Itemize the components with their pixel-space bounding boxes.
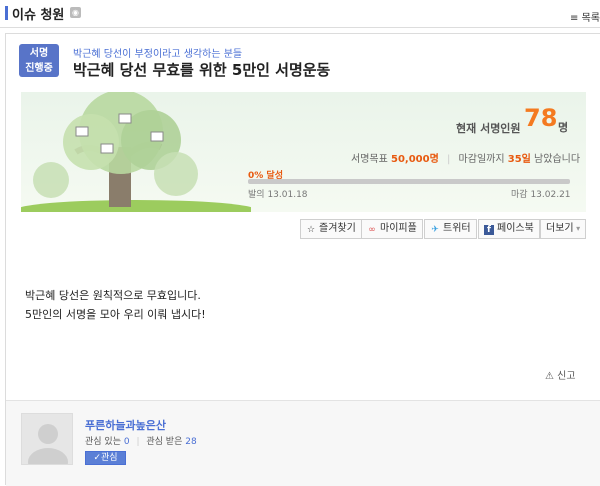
default-avatar-icon bbox=[28, 424, 68, 464]
current-count: 78 bbox=[524, 104, 558, 132]
goal-value: 50,000명 bbox=[391, 154, 439, 165]
facebook-icon: f bbox=[484, 225, 494, 235]
body-line: 5만인의 서명을 모아 우리 이뤄 냅시다! bbox=[25, 308, 206, 321]
top-bar: 이슈 청원 ◉ ≡ 목록 bbox=[0, 0, 600, 28]
more-button[interactable]: 더보기 ▾ bbox=[540, 219, 587, 239]
deadline-days: 35일 bbox=[507, 154, 531, 165]
author-stats: 관심 있는 0 | 관심 받은 28 bbox=[85, 434, 197, 447]
deadline-prefix: 마감일까지 bbox=[458, 154, 505, 165]
mypeople-icon: ∞ bbox=[368, 225, 376, 235]
end-date: 마감 13.02.21 bbox=[511, 187, 571, 200]
interest-label: 관심 있는 bbox=[85, 437, 121, 447]
tree-illustration bbox=[21, 92, 251, 212]
report-icon: ⚠ bbox=[545, 371, 554, 382]
divider: | bbox=[446, 154, 451, 165]
check-icon: ✓ bbox=[93, 453, 101, 463]
petition-card: 서명 진행중 박근혜 당선이 부정이라고 생각하는 분들 박근혜 당선 무효를 … bbox=[5, 33, 600, 486]
avatar bbox=[21, 413, 73, 465]
status-badge-line2: 진행중 bbox=[25, 63, 53, 74]
report-label: 신고 bbox=[557, 371, 576, 382]
author-panel: 푸른하늘과높은산 관심 있는 0 | 관심 받은 28 ✓관심 bbox=[6, 400, 600, 486]
twitter-button[interactable]: ✈ 트위터 bbox=[424, 219, 477, 239]
interest-count: 0 bbox=[123, 437, 130, 447]
star-icon: ☆ bbox=[306, 225, 316, 235]
goal-label: 서명목표 bbox=[351, 154, 388, 165]
follow-button[interactable]: ✓관심 bbox=[85, 451, 126, 465]
start-date-value: 13.01.18 bbox=[267, 190, 308, 200]
start-date: 발의 13.01.18 bbox=[248, 187, 308, 200]
status-badge: 서명 진행중 bbox=[19, 44, 59, 77]
end-date-value: 13.02.21 bbox=[530, 190, 571, 200]
rss-icon[interactable]: ◉ bbox=[70, 7, 81, 18]
mypeople-label: 마이피플 bbox=[380, 223, 417, 234]
divider: | bbox=[136, 437, 140, 447]
goal-info: 서명목표 50,000명 | 마감일까지 35일 남았습니다 bbox=[351, 150, 580, 165]
petition-body: 박근혜 당선은 원칙적으로 무효입니다. 5만인의 서명을 모아 우리 이뤄 냅… bbox=[25, 286, 206, 324]
facebook-label: 페이스북 bbox=[497, 223, 534, 234]
petition-title: 박근혜 당선 무효를 위한 5만인 서명운동 bbox=[73, 61, 331, 79]
status-badge-line1: 서명 bbox=[29, 48, 49, 59]
mypeople-button[interactable]: ∞ 마이피플 bbox=[361, 219, 423, 239]
end-label: 마감 bbox=[511, 190, 528, 200]
petition-subtitle: 박근혜 당선이 부정이라고 생각하는 분들 bbox=[73, 49, 243, 60]
author-name[interactable]: 푸른하늘과높은산 bbox=[85, 417, 166, 433]
twitter-label: 트위터 bbox=[443, 223, 471, 234]
body-line: 박근혜 당선은 원칙적으로 무효입니다. bbox=[25, 289, 201, 302]
favorite-label: 즐겨찾기 bbox=[319, 223, 356, 234]
title-marker bbox=[5, 6, 8, 20]
chevron-down-icon: ▾ bbox=[573, 224, 581, 233]
signature-banner: 현재 서명인원 78 명 서명목표 50,000명 | 마감일까지 35일 남았… bbox=[21, 92, 586, 212]
list-button[interactable]: ≡ 목록 bbox=[570, 9, 600, 24]
progress-bar bbox=[248, 179, 570, 184]
interested-label: 관심 받은 bbox=[146, 437, 183, 447]
current-count-label: 현재 서명인원 bbox=[456, 122, 521, 135]
interested-count: 28 bbox=[185, 437, 197, 447]
report-button[interactable]: ⚠ 신고 bbox=[545, 367, 576, 382]
favorite-button[interactable]: ☆ 즐겨찾기 bbox=[300, 219, 362, 239]
deadline-suffix: 남았습니다 bbox=[534, 154, 581, 165]
follow-label: 관심 bbox=[100, 453, 118, 463]
current-count-unit: 명 bbox=[558, 121, 569, 134]
twitter-icon: ✈ bbox=[431, 225, 439, 235]
start-label: 발의 bbox=[248, 190, 265, 200]
section-title: 이슈 청원 bbox=[12, 8, 65, 23]
facebook-button[interactable]: f 페이스북 bbox=[478, 219, 540, 239]
more-label: 더보기 bbox=[546, 223, 574, 234]
